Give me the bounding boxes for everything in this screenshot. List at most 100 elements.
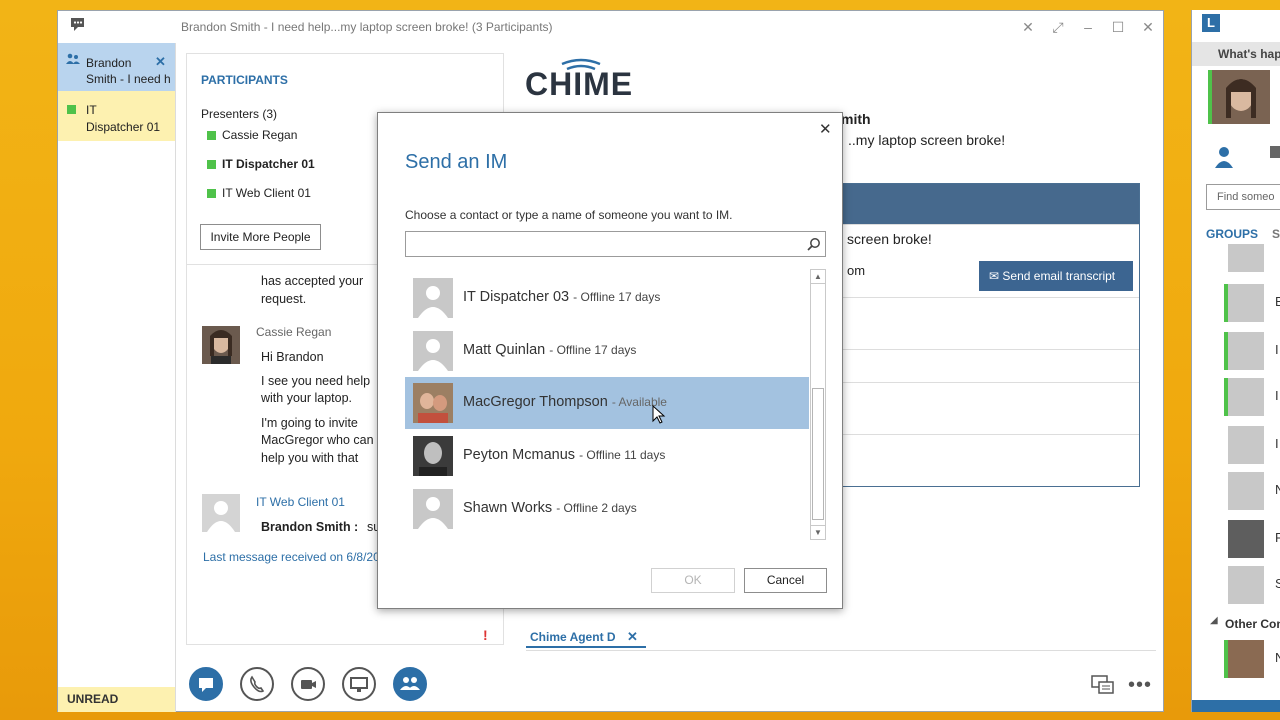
send-email-transcript-button[interactable]: ✉ Send email transcript bbox=[979, 261, 1133, 291]
list-item[interactable]: Shawn Works - Offline 2 days bbox=[405, 483, 809, 535]
whats-happening-text[interactable]: What's hap bbox=[1218, 47, 1280, 61]
chime-logo: CHIME bbox=[525, 56, 635, 105]
status-header: What's hap bbox=[1192, 42, 1280, 66]
contact-avatar[interactable] bbox=[1228, 426, 1264, 464]
call-button[interactable] bbox=[240, 667, 274, 701]
transcript-card: screen broke! om ✉ Send email transcript bbox=[840, 183, 1140, 487]
contact-name: Peyton Mcmanus bbox=[463, 447, 576, 463]
divider bbox=[841, 297, 1139, 298]
im-button[interactable] bbox=[189, 667, 223, 701]
divider bbox=[841, 382, 1139, 383]
popout-icon[interactable]: ⤢ bbox=[1049, 18, 1067, 36]
contact-name: IT Dispatcher 03 bbox=[463, 289, 570, 305]
header-subject: ..my laptop screen broke! bbox=[848, 132, 1006, 148]
chat-text: with your laptop. bbox=[261, 391, 353, 405]
close-button[interactable]: ✕ bbox=[1139, 18, 1157, 36]
other-contacts-group[interactable]: Other Con bbox=[1225, 617, 1280, 631]
tab-status[interactable]: S bbox=[1272, 227, 1280, 241]
contact-avatar[interactable] bbox=[1228, 640, 1264, 678]
collapse-arrow-icon[interactable]: ◢ bbox=[1210, 615, 1218, 626]
list-item[interactable]: Peyton Mcmanus - Offline 11 days bbox=[405, 430, 809, 482]
more-options-icon[interactable]: ••• bbox=[1128, 674, 1152, 697]
presence-available-icon bbox=[207, 189, 216, 198]
unread-label[interactable]: UNREAD bbox=[58, 687, 175, 712]
maximize-button[interactable]: ☐ bbox=[1109, 18, 1127, 36]
logo-text: CHIME bbox=[525, 66, 634, 102]
contacts-window: L What's hap Find someo GROUPS S B I I I… bbox=[1191, 10, 1280, 712]
chat-text: I see you need help bbox=[261, 374, 371, 388]
contact-avatar[interactable] bbox=[1228, 332, 1264, 370]
contact-avatar bbox=[413, 436, 453, 476]
contact-avatar[interactable] bbox=[1228, 566, 1264, 604]
present-button[interactable] bbox=[342, 667, 376, 701]
find-someone-input[interactable]: Find someo bbox=[1206, 184, 1280, 210]
tab-label-line1: IT bbox=[86, 103, 97, 117]
avatar bbox=[202, 326, 240, 364]
card-header bbox=[841, 184, 1139, 224]
dialog-close-icon[interactable]: ✕ bbox=[819, 120, 832, 138]
list-item[interactable]: IT Dispatcher 03 - Offline 17 days bbox=[405, 272, 809, 324]
contact-status: - Offline 17 days bbox=[549, 343, 637, 357]
contact-name: N bbox=[1275, 482, 1280, 497]
contact-avatar[interactable] bbox=[1228, 244, 1264, 272]
chat-text: I'm going to invite bbox=[261, 416, 358, 430]
card-text: om bbox=[847, 263, 866, 278]
contact-avatar bbox=[413, 489, 453, 529]
contacts-icon[interactable] bbox=[1214, 146, 1234, 171]
contact-avatar[interactable] bbox=[1228, 284, 1264, 322]
ok-button[interactable]: OK bbox=[651, 568, 735, 593]
my-avatar[interactable] bbox=[1212, 70, 1270, 124]
tab-groups[interactable]: GROUPS bbox=[1206, 227, 1258, 241]
mouse-cursor-icon bbox=[652, 405, 666, 424]
contact-list-scrollbar[interactable]: ▲ ▼ bbox=[810, 269, 826, 540]
card-text: screen broke! bbox=[847, 231, 932, 247]
tab-label: Chime Agent D bbox=[530, 630, 616, 644]
divider bbox=[841, 434, 1139, 435]
cancel-button[interactable]: Cancel bbox=[744, 568, 827, 593]
tab-chime-agent[interactable]: Chime Agent D ✕ bbox=[526, 626, 646, 648]
contact-avatar[interactable] bbox=[1228, 378, 1264, 416]
tab-it-dispatcher[interactable]: IT Dispatcher 01 bbox=[58, 91, 175, 141]
close-conversation-icon[interactable]: ✕ bbox=[1019, 18, 1037, 36]
conversations-icon[interactable] bbox=[1270, 146, 1280, 158]
side-footer bbox=[1192, 700, 1280, 712]
divider bbox=[841, 349, 1139, 350]
presenters-group-label[interactable]: Presenters (3) bbox=[201, 107, 277, 121]
chat-text: request. bbox=[261, 292, 307, 306]
tab-brandon-smith[interactable]: Brandon Smith - I need h ✕ bbox=[58, 43, 175, 91]
list-item-selected[interactable]: MacGregor Thompson - Available bbox=[405, 377, 809, 429]
contact-list: IT Dispatcher 03 - Offline 17 days Matt … bbox=[405, 265, 826, 540]
tab-label-line2: Smith - I need h bbox=[86, 72, 171, 86]
contact-avatar[interactable] bbox=[1228, 520, 1264, 558]
contact-avatar[interactable] bbox=[1228, 472, 1264, 510]
scroll-thumb[interactable] bbox=[812, 388, 824, 520]
contact-name: B bbox=[1275, 294, 1280, 309]
scroll-down-arrow-icon[interactable]: ▼ bbox=[811, 525, 825, 539]
chat-text: Brandon Smith : bbox=[261, 520, 359, 534]
contact-name: Shawn Works bbox=[463, 500, 553, 516]
list-item[interactable]: Matt Quinlan - Offline 17 days bbox=[405, 325, 809, 377]
video-button[interactable] bbox=[291, 667, 325, 701]
close-tab-icon[interactable]: ✕ bbox=[627, 629, 638, 645]
chat-text: MacGregor who can bbox=[261, 433, 374, 447]
divider bbox=[841, 224, 1139, 225]
search-icon[interactable] bbox=[807, 237, 821, 251]
contact-avatar bbox=[413, 383, 453, 423]
conversation-options-icon[interactable] bbox=[1091, 675, 1115, 698]
avatar bbox=[202, 494, 240, 532]
contact-name: N bbox=[1275, 650, 1280, 665]
participants-button[interactable] bbox=[393, 667, 427, 701]
contact-name: Matt Quinlan bbox=[463, 342, 546, 358]
participant-item[interactable]: IT Dispatcher 01 bbox=[222, 157, 315, 171]
close-tab-icon[interactable]: ✕ bbox=[155, 54, 166, 70]
contact-name: F bbox=[1275, 530, 1280, 545]
contact-search-input[interactable] bbox=[405, 231, 826, 257]
minimize-button[interactable]: – bbox=[1079, 18, 1097, 36]
participant-item[interactable]: IT Web Client 01 bbox=[222, 186, 311, 200]
dialog-title: Send an IM bbox=[405, 151, 508, 173]
button-label: Send email transcript bbox=[1002, 269, 1116, 283]
video-icon bbox=[301, 680, 316, 689]
participant-item[interactable]: Cassie Regan bbox=[222, 128, 297, 142]
scroll-up-arrow-icon[interactable]: ▲ bbox=[811, 270, 825, 284]
invite-more-people-button[interactable]: Invite More People bbox=[200, 224, 321, 250]
